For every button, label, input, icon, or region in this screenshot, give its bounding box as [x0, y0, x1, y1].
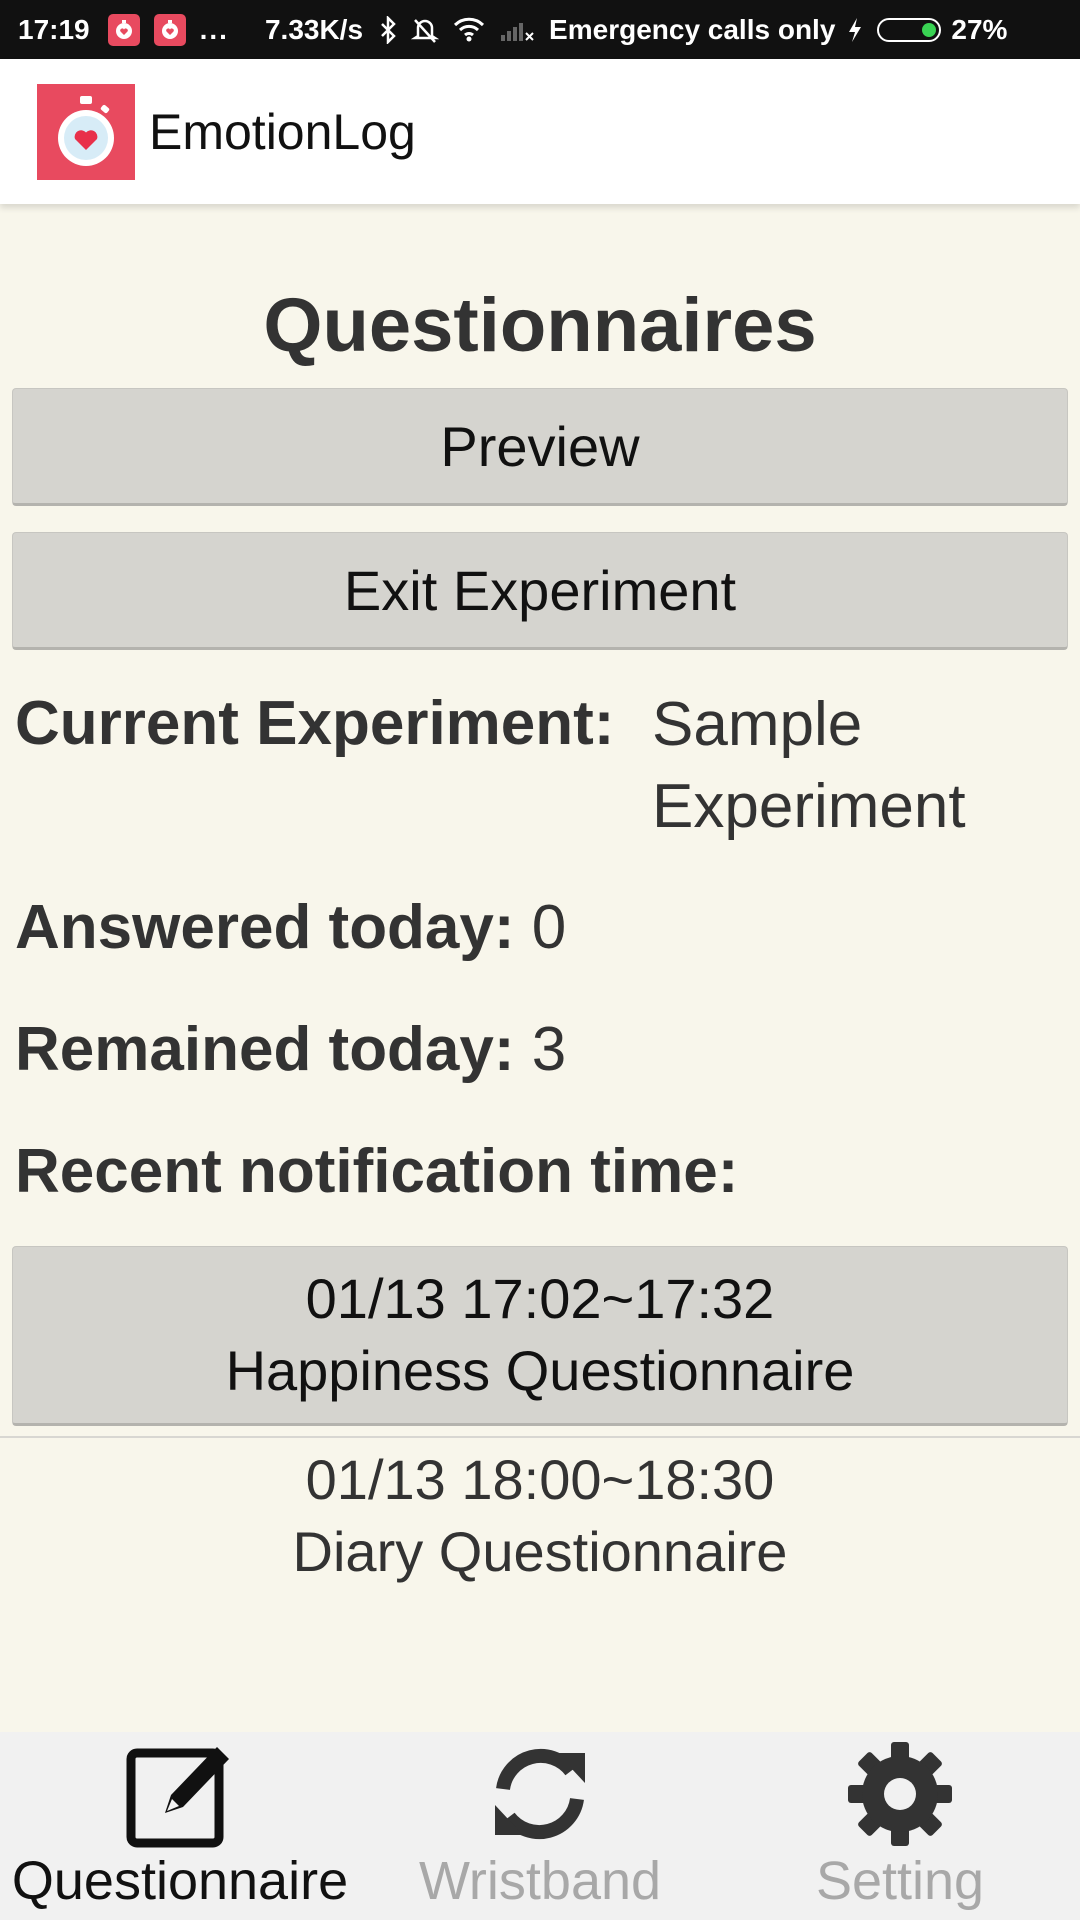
recent-notification-label: Recent notification time:: [15, 1136, 738, 1207]
tab-questionnaire[interactable]: Questionnaire: [0, 1732, 360, 1920]
answered-today-label: Answered today:: [15, 893, 515, 962]
gear-icon: [845, 1738, 955, 1850]
tab-label: Questionnaire: [11, 1851, 349, 1911]
current-experiment-label: Current Experiment:: [15, 689, 615, 758]
notification-questionnaire: Happiness Questionnaire: [225, 1339, 855, 1402]
answered-today-row: Answered today: 0: [15, 892, 566, 963]
app-title: EmotionLog: [149, 103, 416, 160]
remained-today-value: 3: [531, 1015, 567, 1084]
stopwatch-icon: [153, 13, 186, 46]
recent-notification-heading: Recent notification time:: [15, 1137, 739, 1206]
stopwatch-heart-icon: [37, 83, 135, 180]
notification-item[interactable]: 01/13 18:00~18:30 Diary Questionnaire: [12, 1444, 1068, 1588]
charging-icon: [847, 17, 863, 43]
wifi-icon: [453, 17, 485, 43]
exit-experiment-button[interactable]: Exit Experiment: [12, 532, 1068, 650]
answered-today-value: 0: [531, 893, 567, 962]
network-speed: 7.33K/s: [264, 13, 364, 45]
status-bar: 17:19 ... 7.33K/s Emergency calls only 2…: [0, 0, 1080, 59]
bluetooth-icon: [379, 15, 397, 44]
signal-icon: [499, 17, 535, 43]
divider: [0, 1436, 1080, 1438]
remained-today-row: Remained today: 3: [15, 1014, 566, 1085]
battery-percent: 27%: [951, 13, 1008, 45]
current-experiment-value-line2: Experiment: [652, 772, 966, 841]
tab-wristband[interactable]: Wristband: [360, 1732, 720, 1920]
notification-time: 01/13 18:00~18:30: [305, 1448, 775, 1511]
tab-setting[interactable]: Setting: [720, 1732, 1080, 1920]
more-notifications-indicator: ...: [199, 13, 229, 45]
tab-label: Setting: [815, 1851, 985, 1911]
current-experiment-value-line1: Sample: [652, 690, 863, 759]
battery-icon: [877, 17, 942, 42]
carrier-status: Emergency calls only: [549, 13, 836, 45]
current-experiment-value: Sample Experiment: [652, 684, 1072, 848]
bottom-navigation: Questionnaire Wristband Setting: [0, 1732, 1080, 1920]
status-time: 17:19: [18, 13, 90, 45]
notification-time: 01/13 17:02~17:32: [305, 1267, 775, 1330]
notification-item[interactable]: 01/13 17:02~17:32 Happiness Questionnair…: [12, 1246, 1068, 1426]
stopwatch-icon: [107, 13, 140, 46]
preview-button[interactable]: Preview: [12, 388, 1068, 506]
page-title: Questionnaires: [263, 283, 817, 368]
bell-muted-icon: [411, 16, 440, 44]
edit-icon: [125, 1738, 235, 1850]
sync-icon: [485, 1738, 595, 1850]
tab-label: Wristband: [418, 1851, 662, 1911]
notification-questionnaire: Diary Questionnaire: [292, 1520, 788, 1583]
remained-today-label: Remained today:: [15, 1015, 515, 1084]
app-bar: EmotionLog: [0, 59, 1080, 204]
